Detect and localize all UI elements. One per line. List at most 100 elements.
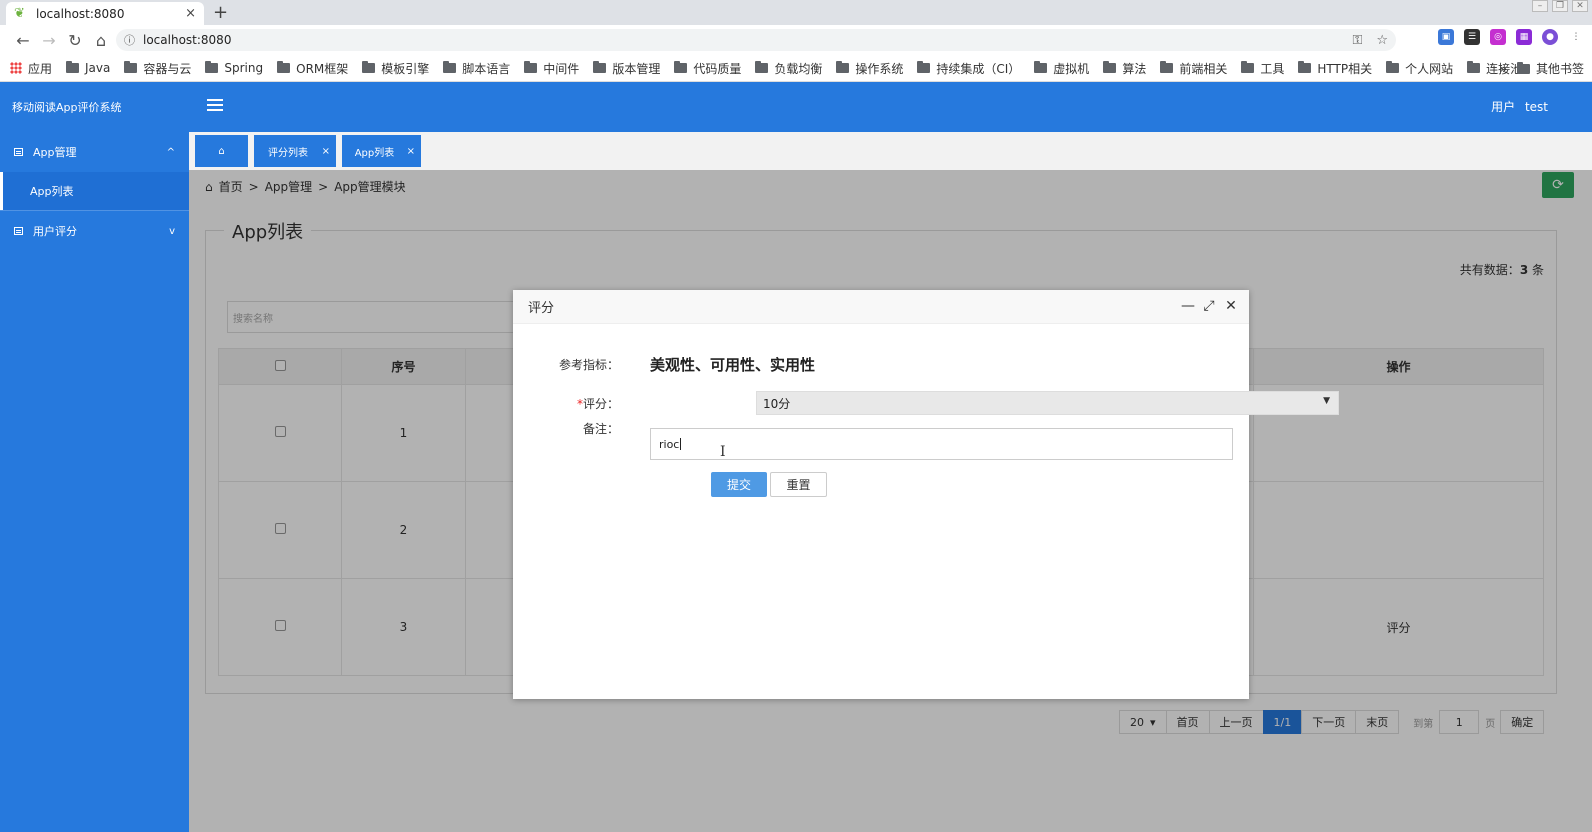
bookmark-folder[interactable]: Java — [66, 61, 110, 75]
folder-icon — [1516, 61, 1530, 74]
key-icon[interactable]: ⚿ — [1352, 33, 1362, 48]
submit-button[interactable]: 提交 — [711, 472, 767, 497]
other-bookmarks-folder[interactable]: 其他书签 — [1516, 60, 1584, 77]
bookmark-folder[interactable]: HTTP相关 — [1298, 60, 1372, 77]
profile-avatar-icon[interactable]: ● — [1542, 29, 1558, 45]
top-header: 用户 test — [189, 82, 1592, 132]
sidebar-item-app-list[interactable]: App列表 — [0, 172, 189, 210]
bookmark-folder[interactable]: 前端相关 — [1160, 60, 1227, 77]
rating-dialog: 评分 — ⤢ ✕ 参考指标： 美观性、可用性、实用性 *评分： 10分 ▼ 备注… — [513, 290, 1339, 699]
bookmark-folder[interactable]: 工具 — [1241, 60, 1284, 77]
folder-icon — [1103, 61, 1117, 73]
bookmark-folder[interactable]: 算法 — [1103, 60, 1146, 77]
hamburger-menu-icon[interactable] — [207, 99, 223, 113]
extension-icon[interactable]: ◎ — [1490, 29, 1506, 45]
bookmark-folder[interactable]: ORM框架 — [277, 60, 348, 77]
close-icon[interactable]: × — [407, 146, 415, 157]
bookmark-label: Java — [85, 61, 111, 75]
score-selected-value: 10分 — [763, 396, 791, 411]
close-icon[interactable]: ✕ — [1225, 298, 1237, 314]
home-icon: ⌂ — [218, 145, 225, 157]
bookmark-folder[interactable]: 模板引擎 — [362, 60, 429, 77]
user-name: test — [1524, 100, 1548, 114]
folder-icon — [1467, 61, 1481, 73]
sidebar-group-label: 用户评分 — [33, 225, 77, 238]
bookmark-label: 中间件 — [543, 61, 580, 76]
sidebar-group-app-management[interactable]: App管理 ^ — [0, 132, 189, 172]
window-minimize-button[interactable]: – — [1532, 0, 1548, 12]
folder-icon — [1160, 61, 1174, 73]
bookmark-folder[interactable]: 容器与云 — [124, 60, 191, 77]
bookmark-label: 代码质量 — [693, 61, 742, 76]
bookmarks-bar: 应用 Java 容器与云 Spring ORM框架 模板引擎 脚本语言 中间件 … — [0, 55, 1592, 82]
back-arrow-icon[interactable]: ← — [10, 31, 36, 50]
extension-icon[interactable]: ▦ — [1516, 29, 1532, 45]
close-tab-icon[interactable]: × — [185, 6, 196, 21]
user-label: 用户 — [1491, 100, 1516, 114]
score-select[interactable]: 10分 ▼ — [756, 391, 1339, 415]
bookmark-label: Spring — [224, 61, 264, 75]
app-brand: 移动阅读App评价系统 — [12, 101, 122, 114]
menu-list-icon — [14, 148, 23, 156]
minimize-icon[interactable]: — — [1181, 298, 1195, 314]
tab-app-list[interactable]: App列表 × — [342, 135, 421, 167]
user-info[interactable]: 用户 test — [1491, 98, 1548, 115]
address-bar[interactable]: ⓘ localhost:8080 ⚿ ☆ — [116, 29, 1396, 51]
bookmark-folder[interactable]: 虚拟机 — [1034, 60, 1089, 77]
window-restore-button[interactable]: ❐ — [1552, 0, 1568, 12]
folder-icon — [1034, 61, 1048, 73]
extension-list-icon[interactable]: ☰ — [1464, 29, 1480, 45]
tab-home[interactable]: ⌂ — [195, 135, 248, 167]
browser-toolbar: ← → ↻ ⌂ ⓘ localhost:8080 ⚿ ☆ ▣ ☰ ◎ ▦ ● ⋮ — [0, 25, 1592, 55]
window-close-button[interactable]: ✕ — [1572, 0, 1588, 12]
bookmark-folder[interactable]: 负载均衡 — [755, 60, 822, 77]
browser-menu-icon[interactable]: ⋮ — [1568, 29, 1584, 45]
folder-icon — [755, 61, 769, 73]
score-label-text: 评分： — [582, 396, 619, 411]
bookmark-folder[interactable]: 中间件 — [524, 60, 579, 77]
dialog-header: 评分 — [513, 290, 1249, 324]
bookmark-folder[interactable]: 脚本语言 — [443, 60, 510, 77]
form-row-score: *评分： 10分 ▼ — [513, 391, 1339, 415]
bookmark-apps[interactable]: 应用 — [10, 60, 52, 77]
folder-icon — [362, 61, 376, 73]
folder-icon — [1386, 61, 1400, 73]
address-url[interactable]: localhost:8080 — [143, 33, 231, 47]
sidebar-group-user-rating[interactable]: 用户评分 v — [0, 211, 189, 251]
tab-label: 评分列表 — [268, 147, 308, 159]
reset-button[interactable]: 重置 — [770, 472, 827, 497]
site-info-icon[interactable]: ⓘ — [124, 32, 135, 48]
folder-icon — [1241, 61, 1255, 73]
folder-icon — [277, 61, 291, 73]
reload-icon[interactable]: ↻ — [62, 31, 88, 50]
close-icon[interactable]: × — [322, 146, 330, 157]
score-label: *评分： — [513, 395, 619, 412]
bookmark-star-icon[interactable]: ☆ — [1376, 33, 1388, 48]
bookmark-folder[interactable]: Spring — [205, 61, 263, 75]
folder-icon — [443, 61, 457, 73]
bookmark-label: 工具 — [1260, 61, 1285, 76]
dialog-title: 评分 — [528, 301, 555, 316]
bookmark-label: 容器与云 — [143, 61, 192, 76]
home-icon[interactable]: ⌂ — [88, 31, 114, 50]
bookmark-label: 版本管理 — [612, 61, 661, 76]
bookmark-folder[interactable]: 个人网站 — [1386, 60, 1453, 77]
bookmark-folder[interactable]: 操作系统 — [836, 60, 903, 77]
bookmark-label: 虚拟机 — [1053, 61, 1090, 76]
spring-leaf-icon: ❦ — [14, 5, 25, 21]
maximize-icon[interactable]: ⤢ — [1203, 298, 1215, 314]
bookmark-folder[interactable]: 持续集成（CI） — [917, 60, 1020, 77]
bookmark-folder[interactable]: 版本管理 — [593, 60, 660, 77]
browser-tab[interactable]: ❦ localhost:8080 × — [6, 2, 204, 25]
extension-icon[interactable]: ▣ — [1438, 29, 1454, 45]
tab-rating-list[interactable]: 评分列表 × — [254, 135, 336, 167]
remark-input[interactable]: rioc — [650, 428, 1233, 460]
bookmark-label: 个人网站 — [1405, 61, 1454, 76]
bookmark-label: 脚本语言 — [462, 61, 511, 76]
forward-arrow-icon[interactable]: → — [36, 31, 62, 50]
bookmark-folder[interactable]: 代码质量 — [674, 60, 741, 77]
sidebar-item-label: App列表 — [30, 185, 74, 198]
bookmark-label: 算法 — [1122, 61, 1147, 76]
new-tab-button[interactable]: + — [213, 2, 228, 23]
bookmarks-overflow-button[interactable]: » — [1500, 62, 1507, 76]
